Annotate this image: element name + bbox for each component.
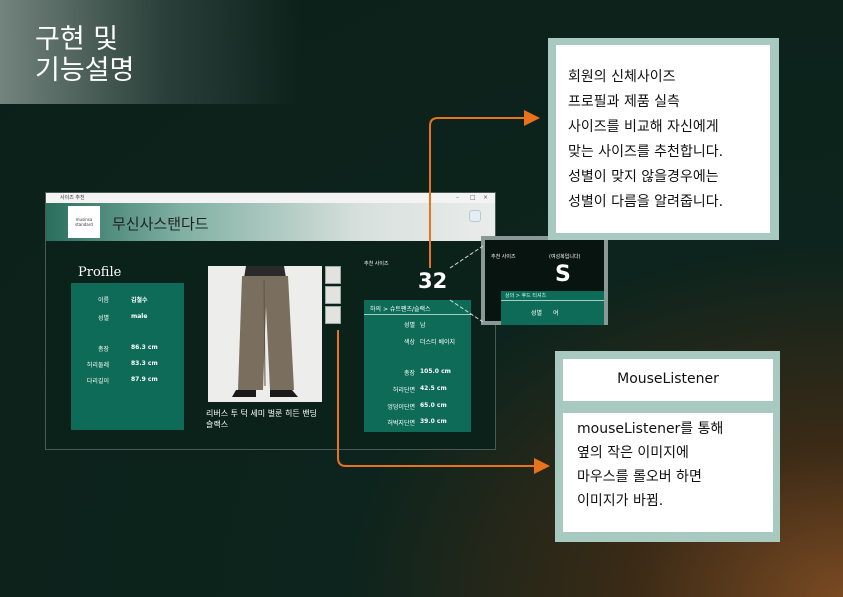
- zoom-note: (여성복입니다): [549, 254, 581, 260]
- callout-text: 회원의 신체사이즈 프로필과 제품 실측 사이즈를 비교해 자신에게 맞는 사이…: [568, 69, 724, 210]
- product-thumbnail-1[interactable]: [325, 266, 341, 284]
- profile-panel: 이름 김철수 성별 male 총장 86.3 cm 허리둘레 83.3 cm 다리길이 8…: [71, 283, 184, 430]
- zoom-size: S: [555, 262, 571, 287]
- app-titlebar: 사이즈 추천 – □ ×: [46, 193, 495, 203]
- brand-logo: musinsa standard: [68, 206, 100, 238]
- user-icon[interactable]: [469, 210, 481, 222]
- divider: [501, 300, 604, 301]
- zoom-gender-label: 성별: [531, 310, 543, 317]
- close-icon[interactable]: ×: [483, 193, 488, 203]
- zoom-recommend-label: 추천 사이즈: [491, 254, 516, 260]
- zoom-detail-panel: 상의 > 후드 티셔츠 성별 여: [501, 291, 604, 325]
- callout-mouselistener: MouseListener mouseListener를 통해 옆의 작은 이미…: [555, 351, 780, 542]
- product-thumbnail-3[interactable]: [325, 306, 341, 324]
- product-name: 리버스 투 턱 세미 벌룬 히든 밴딩 슬랙스: [206, 409, 317, 429]
- window-title: 사이즈 추천: [60, 195, 85, 201]
- product-thumbnail-2[interactable]: [325, 286, 341, 304]
- divider: [364, 314, 471, 315]
- product-detail-panel: 하의 > 슈트팬츠/슬랙스 성별 남 색상 더스티 베이지 총장 105.0 cm 허…: [364, 300, 471, 432]
- minimize-icon[interactable]: –: [456, 193, 459, 203]
- callout-body: mouseListener를 통해 옆의 작은 이미지에 마우스를 롤오버 하면…: [563, 413, 773, 532]
- app-header: musinsa standard 무신사스탠다드: [46, 203, 495, 241]
- product-category: 하의 > 슈트팬츠/슬랙스: [370, 306, 431, 313]
- callout-inner: 회원의 신체사이즈 프로필과 제품 실측 사이즈를 비교해 자신에게 맞는 사이…: [556, 45, 770, 233]
- slide-title: 구현 및 기능설명: [35, 24, 135, 86]
- recommend-label: 추천 사이즈: [364, 261, 389, 267]
- app-name: 무신사스탠다드: [112, 215, 209, 233]
- zoom-gender-value: 여: [553, 310, 559, 317]
- callout-size-recommend: 회원의 신체사이즈 프로필과 제품 실측 사이즈를 비교해 자신에게 맞는 사이…: [548, 38, 779, 240]
- recommended-size: 32: [418, 269, 448, 293]
- profile-title: Profile: [78, 265, 122, 280]
- zoom-category: 상의 > 후드 티셔츠: [505, 293, 547, 299]
- app-window: 사이즈 추천 – □ × musinsa standard 무신사스탠다드 Pr…: [45, 192, 496, 450]
- callout-text: mouseListener를 통해 옆의 작은 이미지에 마우스를 롤오버 하면…: [577, 421, 724, 509]
- product-image: [208, 266, 322, 402]
- zoom-inset: 추천 사이즈 (여성복입니다) S 상의 > 후드 티셔츠 성별 여: [481, 236, 608, 325]
- callout-title: MouseListener: [563, 359, 773, 401]
- maximize-icon[interactable]: □: [470, 193, 476, 203]
